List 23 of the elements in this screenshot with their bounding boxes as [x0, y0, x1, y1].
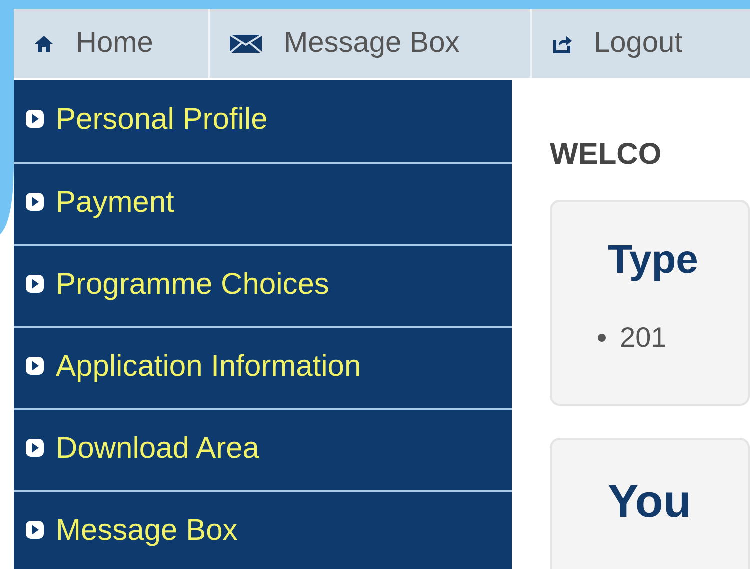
- play-icon: [26, 439, 44, 457]
- welcome-heading: WELCO: [550, 140, 663, 170]
- sidebar-item[interactable]: Payment: [14, 162, 512, 244]
- play-icon: [26, 357, 44, 375]
- bullet-icon: [598, 334, 606, 342]
- logout-icon: [552, 34, 572, 54]
- bullet-text: 201: [620, 324, 667, 352]
- envelope-icon: [230, 34, 262, 52]
- play-icon: [26, 275, 44, 293]
- sidebar-item[interactable]: Message Box: [14, 490, 512, 569]
- sidebar-item[interactable]: Download Area: [14, 408, 512, 490]
- card-title: You: [608, 478, 692, 524]
- nav-link[interactable]: Message Box: [210, 9, 532, 78]
- sidebar-item[interactable]: Programme Choices: [14, 244, 512, 326]
- sidebar-item[interactable]: Personal Profile: [14, 80, 512, 162]
- home-icon: [34, 34, 54, 52]
- play-icon: [26, 521, 44, 539]
- card-title: Type: [608, 240, 700, 280]
- play-icon: [26, 110, 44, 128]
- sidebar-item[interactable]: Application Information: [14, 326, 512, 408]
- play-icon: [26, 193, 44, 211]
- nav-link[interactable]: Logout: [532, 9, 701, 78]
- nav-link[interactable]: Home: [14, 9, 210, 78]
